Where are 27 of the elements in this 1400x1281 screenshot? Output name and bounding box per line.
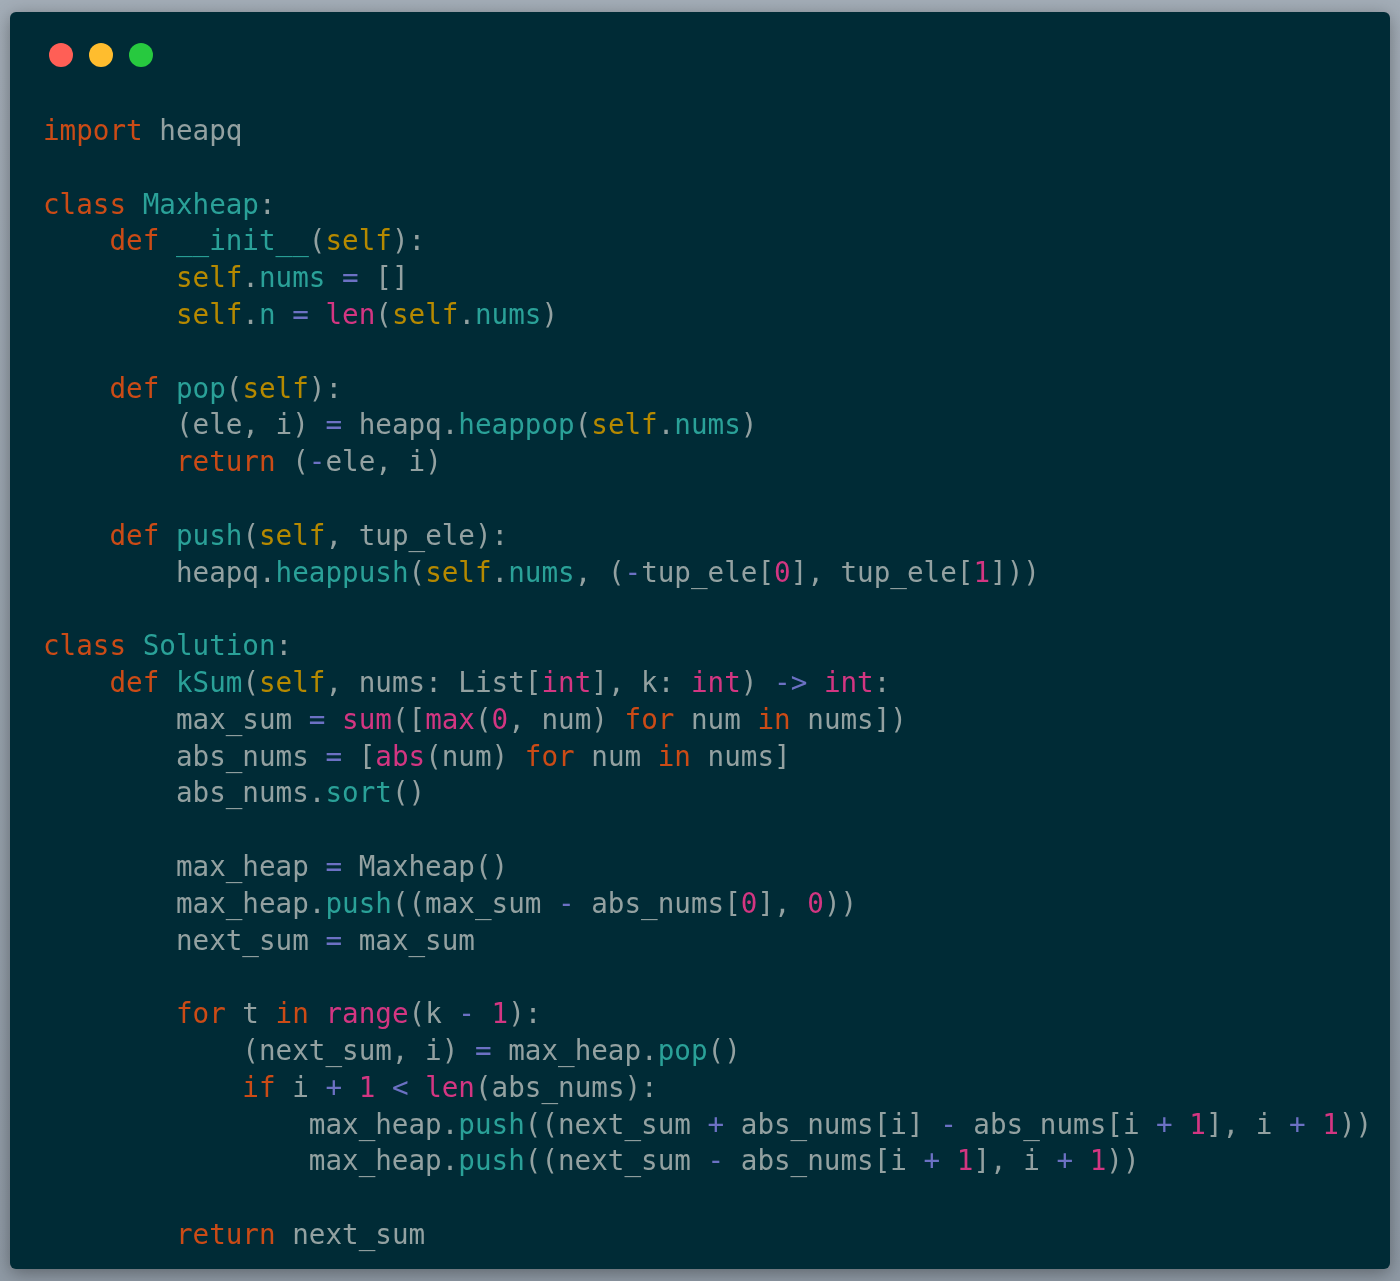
code-line: abs_nums = [abs(num) for num in nums] — [174, 739, 791, 773]
window-control-dot[interactable] — [49, 43, 73, 67]
code-line: return (-ele, i) — [174, 445, 442, 479]
code-line: max_heap.push((next_sum + abs_nums[i] - abs_nums[i + 1], i + 1)) — [307, 1107, 1373, 1141]
code-line: return next_sum — [174, 1217, 426, 1251]
code-line: if i + 1 < len(abs_nums): — [241, 1070, 658, 1104]
code-line: self.n = len(self.nums) — [174, 298, 559, 331]
code-line: def kSum(self, nums: List[int], k: int) -> int: — [108, 665, 891, 699]
code-line: abs_nums.sort() — [174, 776, 426, 810]
code-line: for t in range(k - 1): — [174, 997, 542, 1031]
code-line: (next_sum, i) = max_heap.pop() — [241, 1033, 741, 1067]
window-control-dot[interactable] — [89, 43, 113, 67]
code-line: max_heap.push((max_sum - abs_nums[0], 0)) — [174, 886, 858, 920]
code-line: max_sum = sum([max(0, num) for num in nums]) — [174, 702, 907, 736]
code-line: class Solution: — [43, 629, 293, 663]
code-line: next_sum = max_sum — [174, 923, 475, 957]
code-line: def pop(self): — [108, 371, 343, 405]
code-line: heapq.heappush(self.nums, (-tup_ele[0], tup_ele[1])) — [174, 555, 1040, 589]
code-line: class Maxheap: — [43, 187, 276, 221]
code-line: def push(self, tup_ele): — [108, 518, 509, 552]
code-line: import heapq — [43, 114, 243, 147]
code-line: (ele, i) = heapq.heappop(self.nums) — [174, 408, 758, 442]
window-control-dot[interactable] — [129, 43, 153, 67]
code-line: def __init__(self): — [108, 224, 426, 258]
code-line: max_heap.push((next_sum - abs_nums[i + 1], i + 1)) — [307, 1144, 1140, 1178]
code-line: max_heap = Maxheap() — [174, 849, 509, 883]
code-line: self.nums = [] — [174, 261, 409, 295]
